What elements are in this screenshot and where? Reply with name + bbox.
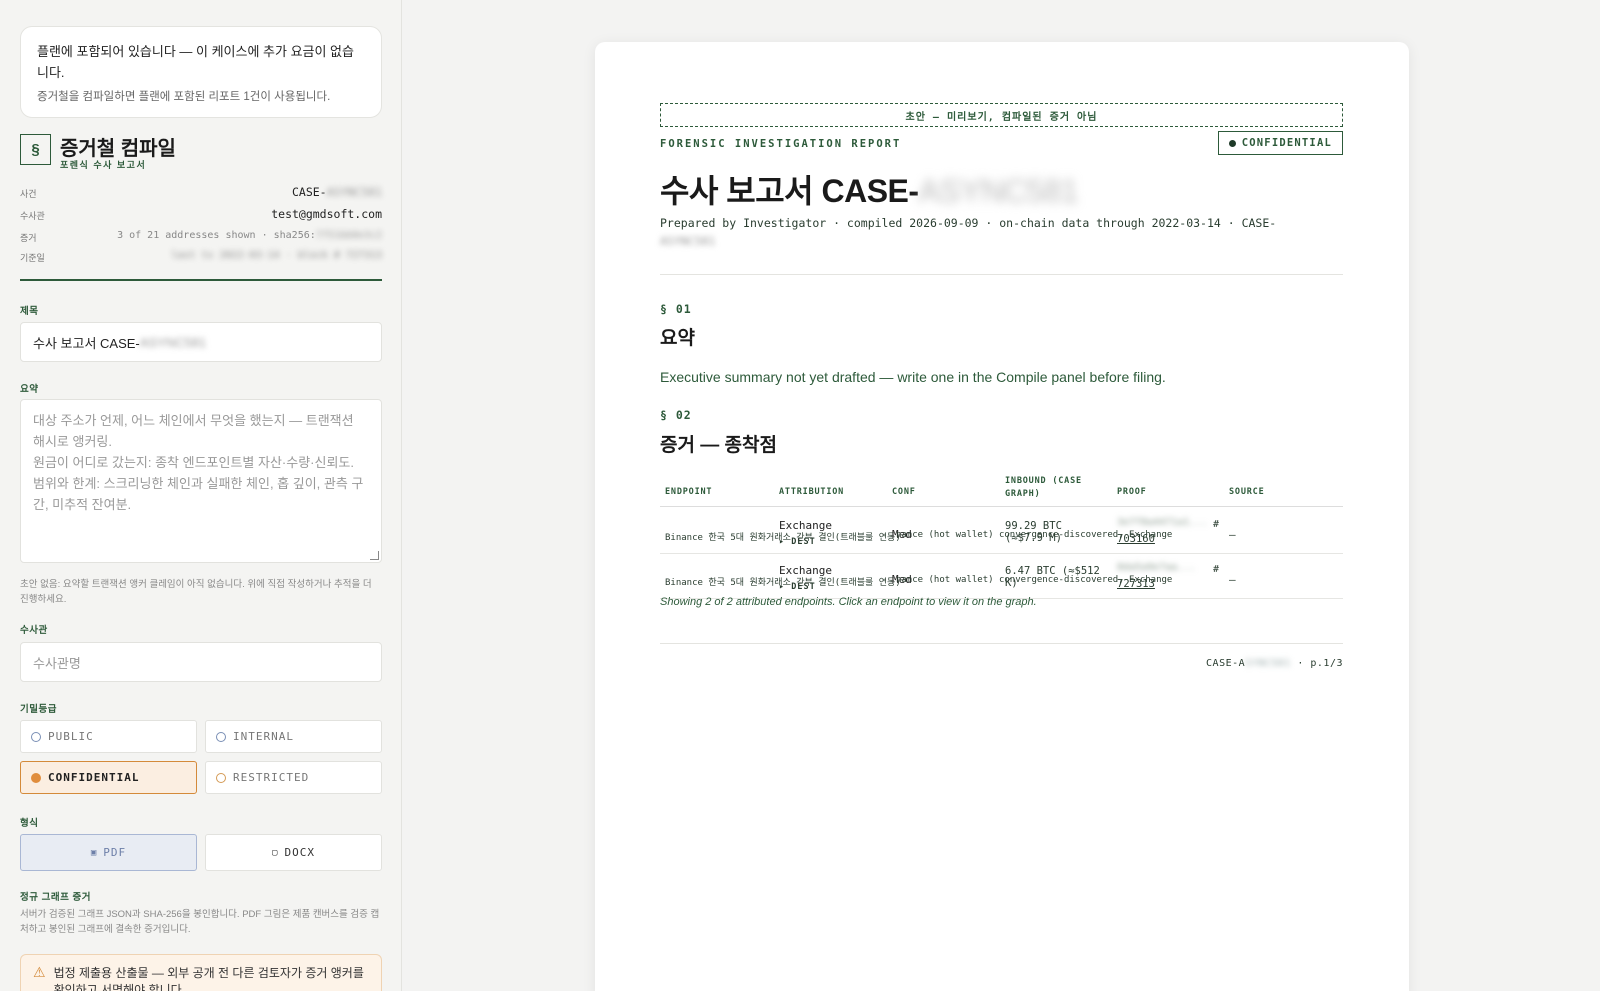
summary-hint: 초안 없음: 요약할 트랜잭션 앵커 클레임이 아직 없습니다. 위에 직접 작… (20, 579, 372, 605)
plan-usage-text: 증거철을 컴파일하면 플랜에 포함된 리포트 1건이 사용됩니다. (37, 91, 331, 103)
meta-row-investigator: 수사관 test@gmdsoft.com (20, 207, 382, 223)
docx-icon: ▢ (272, 847, 279, 858)
section-01-title: 요약 (660, 328, 695, 349)
evidence-table-header: ENDPOINT ATTRIBUTION CONF INBOUND (CASE … (660, 475, 1343, 507)
compile-subtitle: 포렌식 수사 보고서 (60, 160, 147, 170)
attribution-cell: Exchange (779, 564, 832, 577)
hash-link[interactable]: # (1213, 564, 1219, 575)
divider (660, 274, 1343, 275)
court-warning: ⚠ 법정 제출용 산출물 — 외부 공개 전 다른 검토자가 증거 앵커를 확인… (20, 954, 382, 991)
summary-label: 요약 (20, 384, 39, 395)
confidential-badge: CONFIDENTIAL (1217, 131, 1343, 155)
radio-icon (31, 731, 41, 742)
meta-key: 사건 (20, 189, 37, 199)
meta-key: 증거 (20, 233, 37, 243)
table-row[interactable]: Binance 한국 5대 원화거래소 간부 결인(트래블룰 연동) Excha… (660, 554, 1343, 599)
radio-icon (216, 772, 226, 783)
summary-placeholder: 대상 주소가 언제, 어느 체인에서 무엇을 했는지 — 트랜잭션 해시로 앵커… (33, 413, 364, 512)
hash-link[interactable]: # (1213, 519, 1219, 530)
pdf-icon: ▣ (90, 847, 98, 858)
col-conf: CONF (892, 487, 916, 497)
meta-row-case: 사건 CASE-ASYNC581 (20, 185, 382, 201)
meta-row-evidence: 증거 3 of 21 addresses shown · sha256:7f51… (20, 229, 382, 245)
report-prepared: Prepared by Investigator · compiled 2026… (660, 216, 1277, 248)
section-icon: § (20, 134, 51, 165)
report-preview: 초안 — 미리보기, 컴파일된 증거 아님 FORENSIC INVESTIGA… (595, 42, 1409, 991)
radio-icon (31, 772, 41, 783)
meta-key: 수사관 (20, 211, 45, 221)
proof-block-link[interactable]: 703160 (1117, 533, 1155, 545)
proof-hash: 8da5a9e7aa... (1117, 562, 1196, 573)
table-row[interactable]: Binance 한국 5대 원화거래소 간부 결인(트래블룰 연동) Excha… (660, 509, 1343, 554)
classification-public[interactable]: PUBLIC (20, 720, 197, 753)
col-endpoint: ENDPOINT (665, 487, 713, 497)
classification-confidential[interactable]: CONFIDENTIAL (20, 761, 197, 794)
page-footer: CASE-ASYNC581 · p.1/3 (1206, 658, 1343, 669)
endpoints-count-note: Showing 2 of 2 attributed endpoints. Cli… (660, 596, 1037, 608)
title-input[interactable]: 수사 보고서 CASE- ASYNC581 (20, 322, 382, 362)
format-docx-button[interactable]: ▢ DOCX (205, 834, 382, 871)
graph-evidence-hint: 서버가 검증된 그래프 JSON과 SHA-256을 봉인합니다. PDF 그림… (20, 909, 380, 935)
format-pdf-button[interactable]: ▣ PDF (20, 834, 197, 871)
classification-restricted[interactable]: RESTRICTED (205, 761, 382, 794)
classification-label: 기밀등급 (20, 704, 57, 715)
inbound-cell: 6.47 BTC (≈$512 K) (1005, 565, 1100, 589)
meta-value: 3 of 21 addresses shown · sha256:7f51bb0… (117, 230, 382, 241)
radio-icon (216, 731, 226, 742)
compile-header: § 증거철 컴파일 포렌식 수사 보고서 (20, 132, 382, 172)
col-attribution: ATTRIBUTION (779, 487, 845, 497)
meta-value: last tx 2022-03-14 · block # 727313 (171, 250, 382, 261)
plan-included-text: 플랜에 포함되어 있습니다 — 이 케이스에 추가 요금이 없습니다. (37, 44, 354, 80)
summary-textarea[interactable]: 대상 주소가 언제, 어느 체인에서 무엇을 했는지 — 트랜잭션 해시로 앵커… (20, 399, 382, 563)
col-inbound: INBOUND (CASE GRAPH) (1005, 476, 1082, 499)
compile-title: 증거철 컴파일 (60, 138, 176, 160)
investigator-label: 수사관 (20, 625, 48, 636)
meta-value: CASE-ASYNC581 (291, 185, 382, 199)
plan-included-card: 플랜에 포함되어 있습니다 — 이 케이스에 추가 요금이 없습니다. 증거철을… (20, 26, 382, 118)
source-cell: — (1229, 528, 1236, 541)
divider (660, 643, 1343, 644)
meta-value: test@gmdsoft.com (271, 207, 382, 221)
summary-placeholder-text: Executive summary not yet drafted — writ… (660, 369, 1166, 385)
section-02-number: § 02 (660, 408, 692, 422)
report-title: 수사 보고서 CASE-ASYNC581 (660, 173, 1079, 209)
dest-tag: ▸ DEST (779, 582, 816, 592)
meta-row-basedate: 기준일 last tx 2022-03-14 · block # 727313 (20, 249, 382, 265)
draft-banner: 초안 — 미리보기, 컴파일된 증거 아님 (660, 103, 1343, 127)
classification-internal[interactable]: INTERNAL (205, 720, 382, 753)
meta-key: 기준일 (20, 253, 45, 263)
warning-icon: ⚠ (33, 964, 46, 980)
section-01-number: § 01 (660, 302, 692, 316)
source-cell: — (1229, 573, 1236, 586)
attribution-cell: Exchange (779, 519, 832, 532)
title-label: 제목 (20, 306, 39, 317)
resize-handle[interactable] (370, 551, 379, 560)
proof-hash: 3e7f8a4471a1... (1117, 517, 1208, 528)
divider (20, 279, 382, 281)
badge-dot-icon (1228, 139, 1236, 147)
graph-evidence-label: 정규 그래프 증거 (20, 892, 91, 903)
section-02-title: 증거 — 종착점 (660, 435, 777, 456)
inbound-cell: 99.29 BTC (≈$7.9 M) (1005, 520, 1062, 544)
col-proof: PROOF (1117, 487, 1147, 497)
report-kicker: FORENSIC INVESTIGATION REPORT (660, 138, 902, 150)
col-source: SOURCE (1229, 487, 1265, 497)
proof-block-link[interactable]: 727313 (1117, 578, 1155, 590)
dest-tag: ▸ DEST (779, 537, 816, 547)
compile-panel: 플랜에 포함되어 있습니다 — 이 케이스에 추가 요금이 없습니다. 증거철을… (0, 0, 402, 991)
format-label: 형식 (20, 818, 39, 829)
investigator-input[interactable]: 수사관명 (20, 642, 382, 682)
